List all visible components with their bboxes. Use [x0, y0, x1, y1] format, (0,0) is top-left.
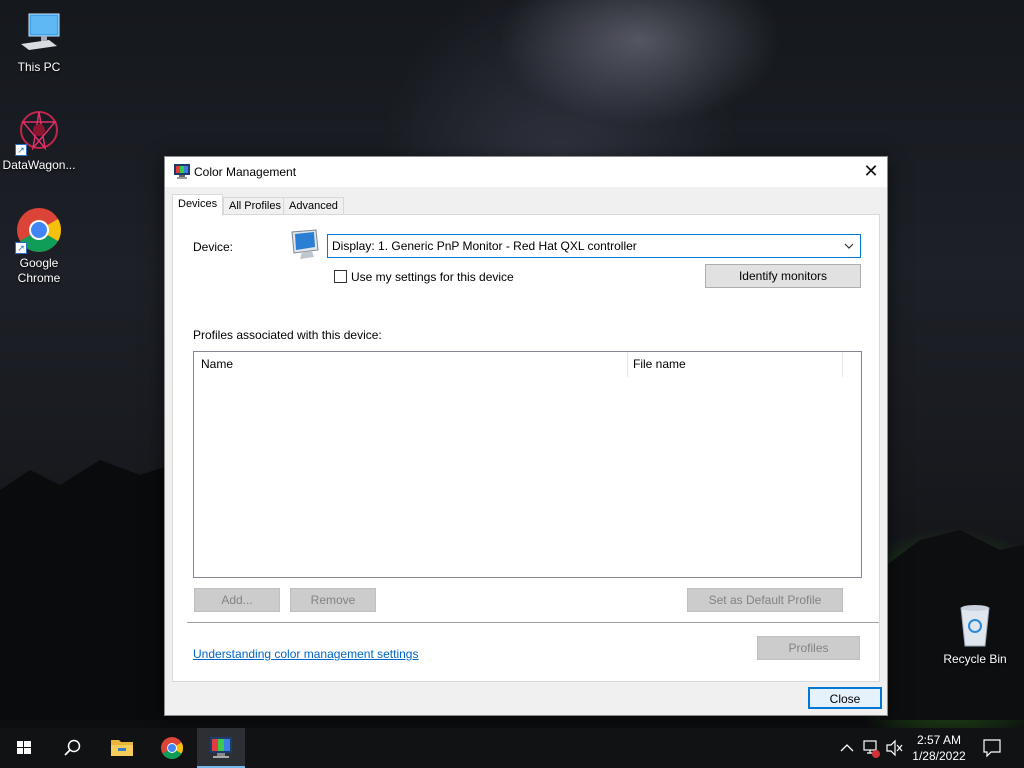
add-button[interactable]: Add...: [194, 588, 280, 612]
column-header-name[interactable]: Name: [194, 352, 627, 377]
device-select[interactable]: Display: 1. Generic PnP Monitor - Red Ha…: [327, 234, 861, 258]
tab-all-profiles[interactable]: All Profiles: [223, 197, 287, 215]
profiles-list[interactable]: Name File name: [193, 351, 862, 578]
shortcut-arrow-icon: ↗: [15, 242, 27, 254]
remove-button[interactable]: Remove: [290, 588, 376, 612]
use-my-settings-label[interactable]: Use my settings for this device: [351, 270, 514, 284]
color-management-icon: [210, 737, 232, 758]
desktop-icon-recycle-bin[interactable]: Recycle Bin: [937, 602, 1013, 667]
show-hidden-icons-chevron-icon[interactable]: [838, 728, 856, 768]
clock-time: 2:57 AM: [916, 733, 962, 747]
desktop-icon-label: This PC: [17, 60, 61, 74]
system-clock[interactable]: 2:57 AM 1/28/2022: [906, 732, 972, 764]
identify-monitors-button[interactable]: Identify monitors: [705, 264, 861, 288]
desktop-icon-datawagon[interactable]: ↗ DataWagon...: [1, 108, 77, 173]
chrome-icon: ↗: [15, 206, 63, 254]
color-management-help-link[interactable]: Understanding color management settings: [193, 647, 418, 661]
set-default-profile-button[interactable]: Set as Default Profile: [687, 588, 843, 612]
desktop-icon-google-chrome[interactable]: ↗ Google Chrome: [1, 206, 77, 286]
desktop-icon-label: DataWagon...: [2, 158, 76, 172]
taskbar-file-explorer[interactable]: [98, 728, 146, 768]
datawagon-icon: ↗: [15, 108, 63, 156]
search-icon: [64, 739, 81, 756]
color-management-icon: [174, 164, 190, 179]
chrome-icon: [161, 737, 183, 759]
column-header-file-name[interactable]: File name: [626, 352, 841, 377]
monitor-icon: [291, 229, 319, 259]
desktop-icon-label: Recycle Bin: [943, 652, 1007, 666]
tab-advanced[interactable]: Advanced: [283, 197, 344, 215]
separator: [187, 622, 879, 623]
folder-icon: [111, 740, 133, 756]
chevron-down-icon: [844, 235, 854, 266]
use-my-settings-checkbox[interactable]: [334, 270, 347, 283]
clock-date: 1/28/2022: [912, 749, 966, 763]
search-button[interactable]: [48, 728, 96, 768]
volume-muted-icon[interactable]: [884, 728, 904, 768]
profiles-list-header: Name File name: [194, 352, 861, 377]
title-bar[interactable]: Color Management ✕: [165, 157, 887, 187]
windows-icon: [17, 741, 31, 754]
profiles-associated-label: Profiles associated with this device:: [193, 328, 382, 342]
desktop-icon-label: Google Chrome: [17, 256, 61, 285]
device-label: Device:: [193, 240, 234, 254]
start-button[interactable]: [0, 728, 48, 768]
desktop-icon-this-pc[interactable]: This PC: [1, 10, 77, 75]
taskbar-chrome[interactable]: [148, 728, 196, 768]
devices-panel: Device: Display: 1. Generic PnP Monitor …: [172, 214, 880, 682]
network-icon[interactable]: [861, 728, 881, 768]
close-button[interactable]: Close: [808, 687, 882, 709]
computer-icon: [15, 10, 63, 58]
taskbar: 2:57 AM 1/28/2022: [0, 728, 1024, 768]
close-icon[interactable]: ✕: [855, 157, 887, 187]
tab-devices[interactable]: Devices: [172, 194, 224, 216]
taskbar-color-management[interactable]: [197, 728, 245, 768]
device-select-value: Display: 1. Generic PnP Monitor - Red Ha…: [332, 239, 637, 253]
dialog-title: Color Management: [194, 165, 297, 179]
recycle-bin-icon: [951, 602, 999, 650]
notifications-icon[interactable]: [980, 728, 1004, 768]
profiles-button[interactable]: Profiles: [757, 636, 860, 660]
shortcut-arrow-icon: ↗: [15, 144, 27, 156]
color-management-dialog: Color Management ✕ Devices All Profiles …: [164, 156, 888, 716]
column-divider[interactable]: [842, 352, 843, 377]
